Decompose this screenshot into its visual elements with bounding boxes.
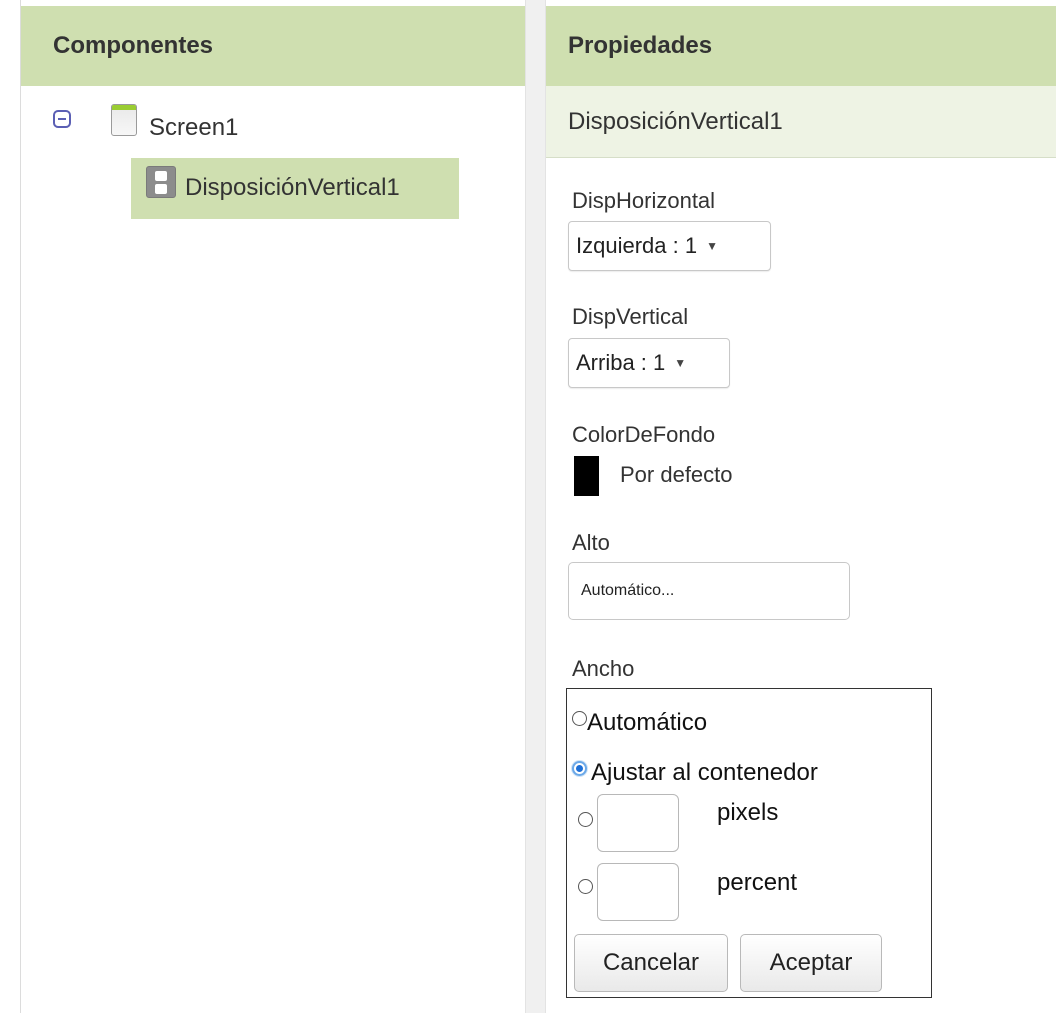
radio-ajustar-contenedor[interactable] [572, 761, 587, 776]
dispvertical-value: Arriba : 1 [576, 350, 666, 375]
radio-automatico[interactable] [572, 711, 587, 726]
radio-label-automatico[interactable]: Automático [587, 709, 707, 737]
radio-label-ajustar[interactable]: Ajustar al contenedor [591, 759, 818, 787]
prop-label-disphorizontal: DispHorizontal [572, 188, 716, 213]
pixels-label: pixels [717, 799, 779, 826]
radio-pixels[interactable] [578, 812, 593, 827]
color-value-label[interactable]: Por defecto [620, 462, 733, 488]
collapse-icon[interactable] [53, 110, 71, 128]
prop-label-dispvertical: DispVertical [572, 304, 689, 329]
screen-icon [111, 104, 137, 136]
percent-label: percent [717, 869, 798, 896]
pixels-input[interactable] [597, 794, 679, 852]
vertical-arrangement-icon [146, 166, 176, 198]
alto-value: Automático... [581, 582, 675, 599]
dropdown-arrow-icon: ▼ [706, 239, 718, 253]
selected-component-name: DisposiciónVertical1 [546, 86, 1056, 158]
properties-header: Propiedades [546, 0, 1056, 86]
percent-input[interactable] [597, 863, 679, 921]
dropdown-arrow-icon: ▼ [674, 356, 687, 370]
radio-percent[interactable] [578, 879, 593, 894]
color-swatch[interactable] [574, 456, 599, 496]
tree-item-screen1[interactable]: Screen1 [149, 114, 238, 142]
disphorizontal-select[interactable]: Izquierda : 1 ▼ [568, 221, 771, 271]
disphorizontal-value: Izquierda : 1 [576, 233, 698, 258]
alto-field[interactable]: Automático... [568, 562, 850, 620]
tree-item-disposicion-vertical1[interactable]: DisposiciónVertical1 [185, 174, 400, 202]
dispvertical-select[interactable]: Arriba : 1 ▼ [568, 338, 730, 388]
components-panel: Componentes Screen1 DisposiciónVertical1 [20, 0, 525, 1013]
ancho-popup: Automático Ajustar al contenedor pixels … [566, 688, 932, 998]
prop-label-ancho: Ancho [572, 656, 635, 681]
properties-panel: Propiedades DisposiciónVertical1 DispHor… [546, 0, 1056, 1013]
panel-divider[interactable] [525, 0, 546, 1013]
components-header: Componentes [21, 0, 525, 86]
prop-label-colordefondo: ColorDeFondo [572, 422, 716, 447]
cancel-button[interactable]: Cancelar [574, 934, 728, 992]
prop-label-alto: Alto [572, 530, 610, 555]
ok-button[interactable]: Aceptar [740, 934, 882, 992]
